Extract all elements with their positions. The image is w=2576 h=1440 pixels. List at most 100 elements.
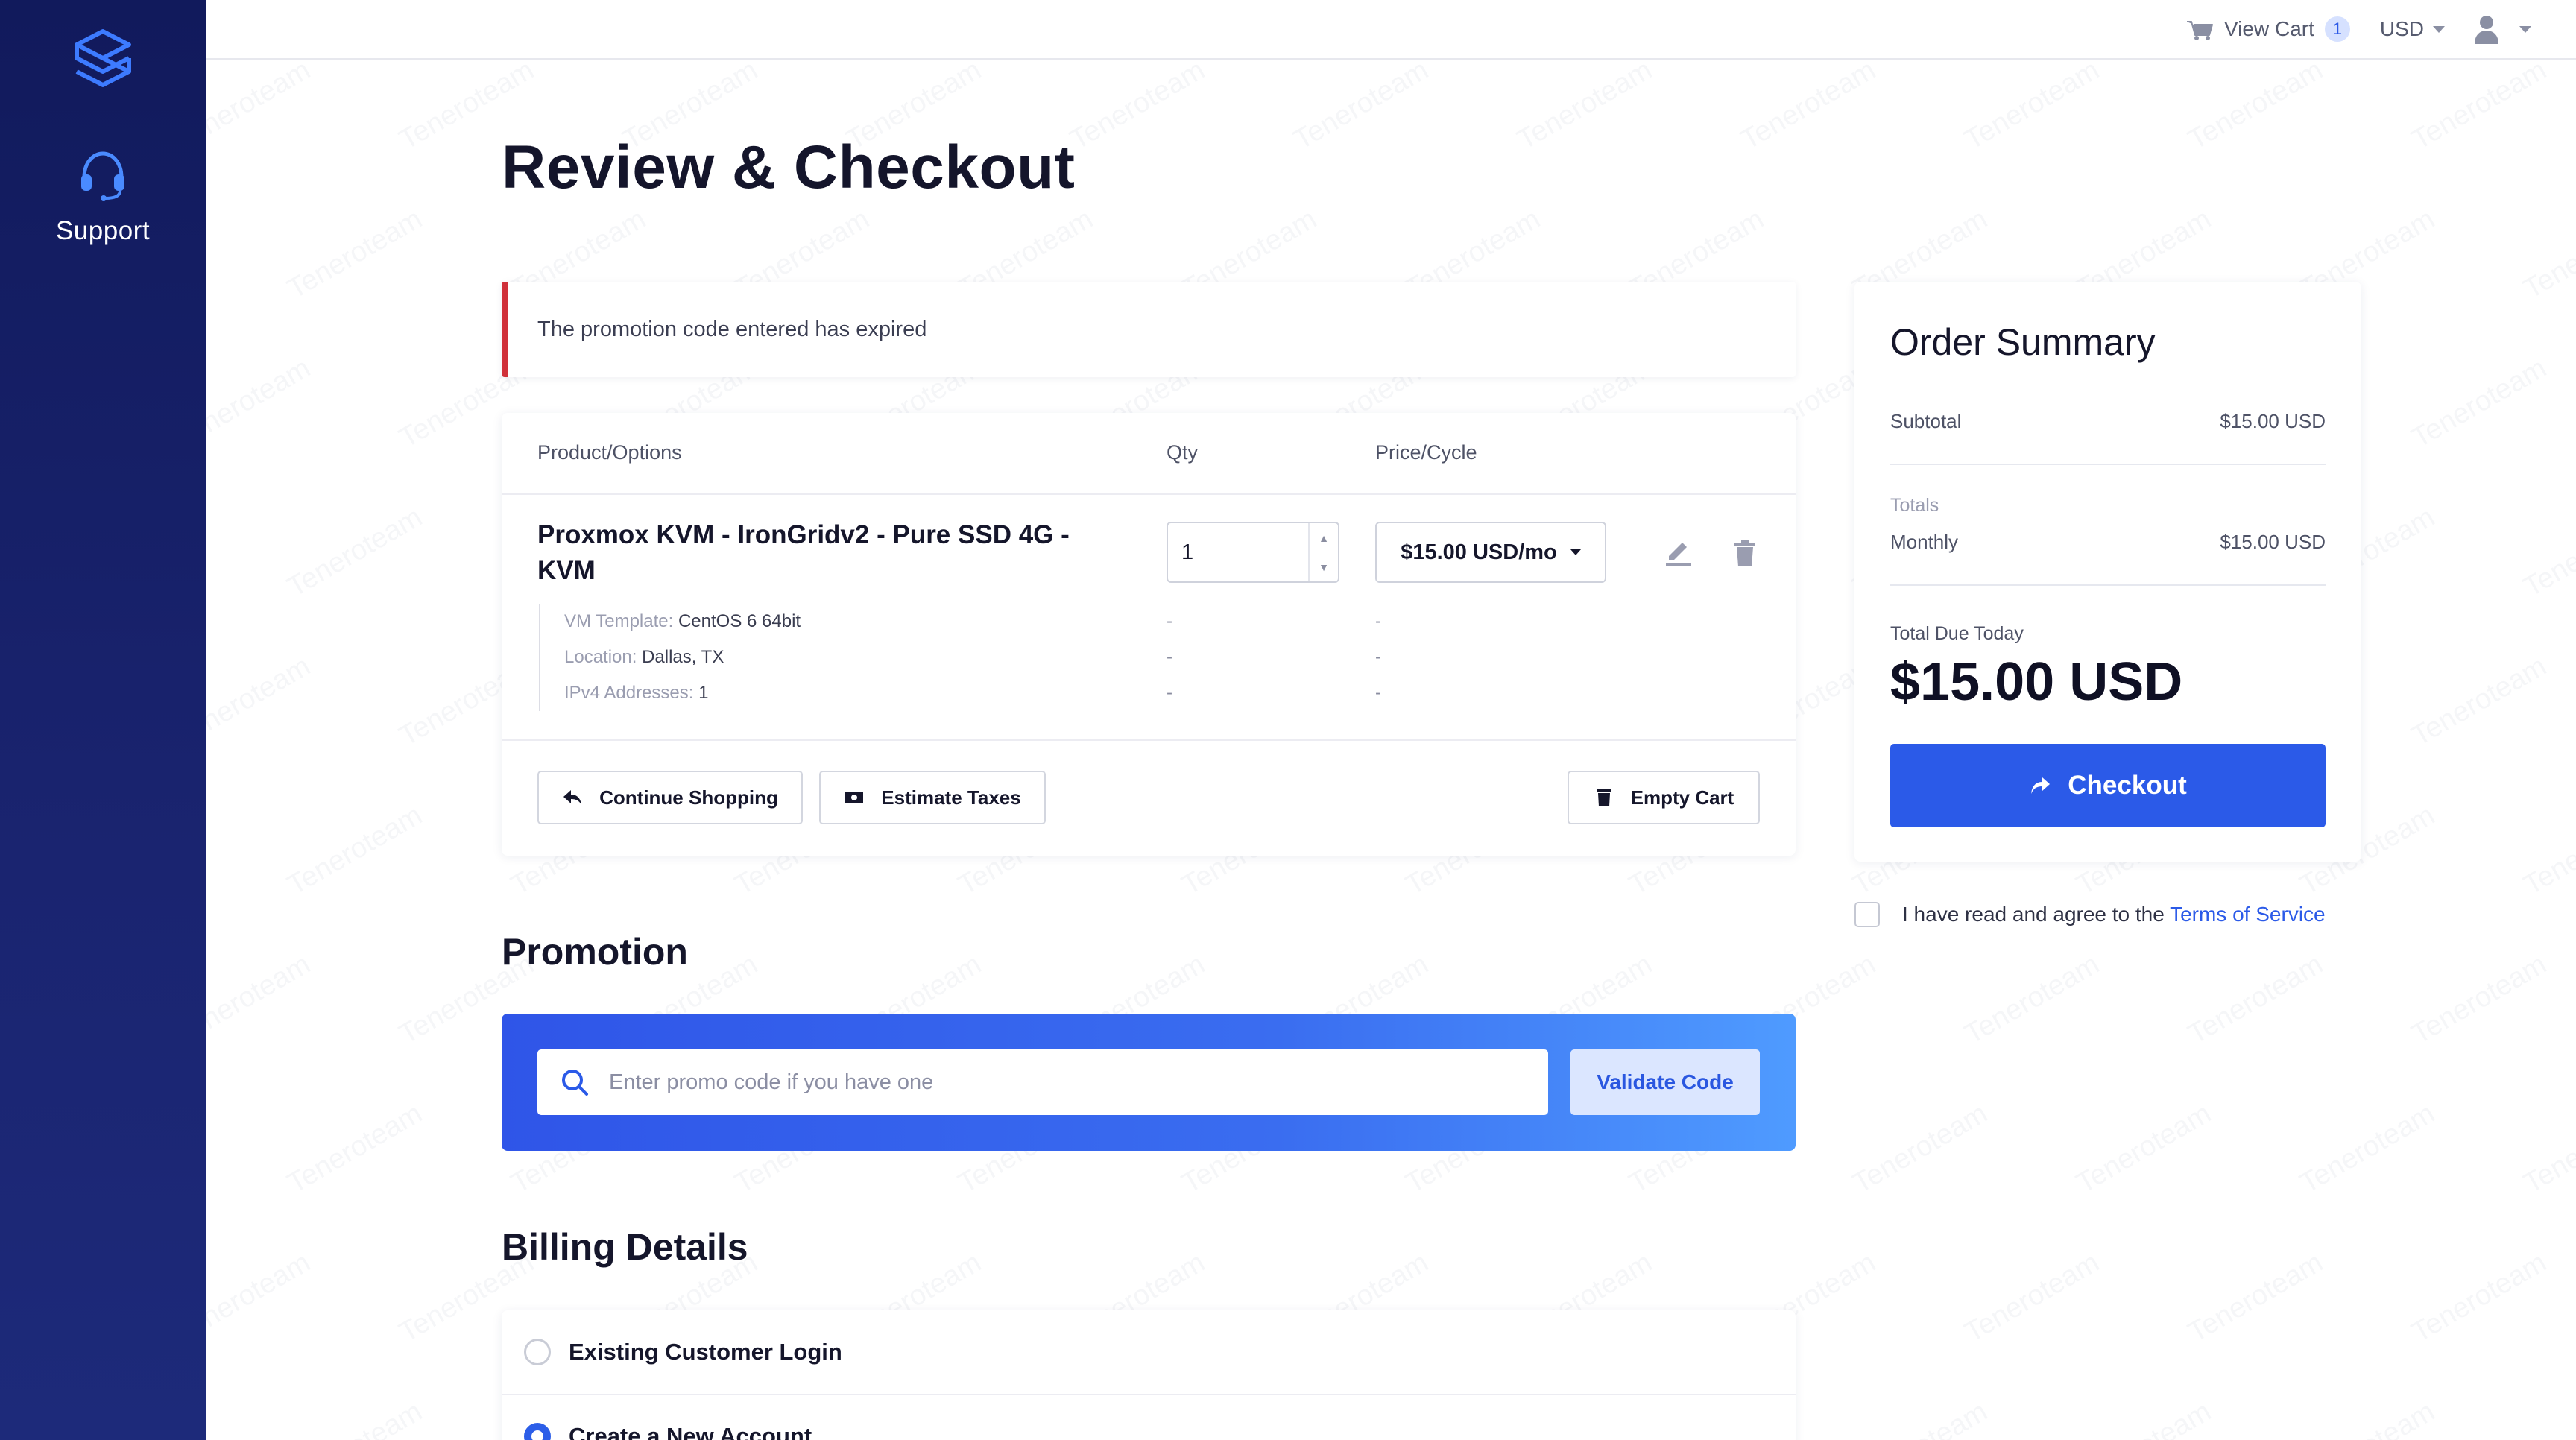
edit-icon[interactable]: [1663, 538, 1693, 568]
terms-agreement: I have read and agree to the Terms of Se…: [1854, 902, 2326, 927]
watermark-text: Teneroteam: [282, 501, 428, 604]
headset-icon: [81, 151, 124, 201]
order-summary: Order Summary Subtotal $15.00 USD Totals…: [1854, 282, 2361, 862]
quantity-stepper[interactable]: 1 ▲ ▼: [1167, 522, 1339, 583]
watermark-text: Teneroteam: [1288, 60, 1434, 157]
watermark-text: Teneroteam: [282, 1097, 428, 1200]
billing-details-title: Billing Details: [502, 1226, 748, 1268]
estimate-taxes-button[interactable]: Estimate Taxes: [819, 771, 1046, 824]
watermark-text: Teneroteam: [282, 203, 428, 306]
total-due-label: Total Due Today: [1890, 623, 2024, 644]
promo-code-input[interactable]: [609, 1070, 1503, 1095]
reply-arrow-icon: [564, 790, 582, 805]
watermark-text: Teneroteam: [2406, 60, 2552, 157]
radio-button-selected[interactable]: [524, 1423, 551, 1440]
chevron-down-icon: [1570, 549, 1581, 555]
column-header-qty: Qty: [1167, 441, 1199, 464]
watermark-text: Teneroteam: [2182, 948, 2329, 1051]
watermark-text: Teneroteam: [2071, 1097, 2217, 1200]
user-menu[interactable]: [2473, 14, 2531, 44]
continue-shopping-button[interactable]: Continue Shopping: [537, 771, 803, 824]
watermark-text: Teneroteam: [206, 352, 316, 455]
watermark-text: Teneroteam: [2518, 1097, 2576, 1200]
column-header-product: Product/Options: [537, 441, 682, 464]
watermark-text: Teneroteam: [1848, 1396, 1993, 1440]
watermark-text: Teneroteam: [282, 799, 428, 902]
watermark-text: Teneroteam: [2182, 1246, 2329, 1349]
terms-checkbox[interactable]: [1854, 902, 1880, 927]
trash-icon[interactable]: [1730, 538, 1760, 568]
quantity-value: 1: [1181, 540, 1194, 564]
cart-table: Product/Options Qty Price/Cycle Proxmox …: [502, 413, 1796, 856]
product-options: VM Template: CentOS 6 64bit Location: Da…: [539, 604, 801, 711]
option-row: IPv4 Addresses: 1: [564, 683, 709, 703]
error-alert: The promotion code entered has expired: [502, 282, 1796, 377]
watermark-text: Teneroteam: [2182, 60, 2329, 157]
watermark-text: Teneroteam: [206, 948, 316, 1051]
watermark-text: Teneroteam: [1064, 60, 1210, 157]
view-cart-label: View Cart: [2224, 17, 2314, 40]
existing-customer-login-option[interactable]: Existing Customer Login: [502, 1310, 1796, 1394]
page-title: Review & Checkout: [502, 133, 1076, 201]
create-new-account-option[interactable]: Create a New Account: [502, 1394, 1796, 1440]
radio-button[interactable]: [524, 1339, 551, 1365]
validate-code-button[interactable]: Validate Code: [1570, 1049, 1760, 1115]
column-header-price: Price/Cycle: [1375, 441, 1477, 464]
cart-icon: [2187, 21, 2214, 40]
billing-cycle-value: $15.00 USD/mo: [1401, 540, 1557, 564]
total-due-amount: $15.00 USD: [1890, 652, 2183, 712]
watermark-text: Teneroteam: [1959, 948, 2105, 1051]
billing-cycle-select[interactable]: $15.00 USD/mo: [1375, 522, 1606, 583]
divider: [1890, 584, 2326, 586]
watermark-text: Teneroteam: [1959, 1246, 2105, 1349]
topbar: View Cart 1 USD: [206, 0, 2576, 60]
chevron-down-icon[interactable]: ▼: [1319, 561, 1329, 573]
watermark-text: Teneroteam: [282, 1396, 428, 1440]
empty-cart-button[interactable]: Empty Cart: [1568, 771, 1760, 824]
divider: [1890, 464, 2326, 465]
sidebar-item-label: Support: [55, 216, 151, 245]
logo-icon[interactable]: [69, 25, 136, 92]
alert-message: The promotion code entered has expired: [537, 317, 927, 341]
watermark-text: Teneroteam: [2071, 1396, 2217, 1440]
sidebar: Support: [0, 0, 206, 1440]
sidebar-item-support[interactable]: Support: [56, 148, 150, 246]
watermark-text: Teneroteam: [2406, 352, 2552, 455]
watermark-text: Teneroteam: [2518, 501, 2576, 604]
promotion-box: Validate Code: [502, 1014, 1796, 1151]
option-row: Location: Dallas, TX: [564, 647, 724, 667]
option-qty-column: - - -: [1167, 611, 1172, 703]
watermark-text: Teneroteam: [2406, 650, 2552, 753]
quantity-spinner[interactable]: ▲ ▼: [1308, 523, 1338, 581]
watermark-text: Teneroteam: [2518, 203, 2576, 306]
view-cart-link[interactable]: View Cart 1: [2185, 16, 2350, 42]
trash-icon: [1596, 789, 1611, 806]
option-row: VM Template: CentOS 6 64bit: [564, 611, 801, 631]
checkout-button[interactable]: Checkout: [1890, 744, 2326, 827]
option-price-column: - - -: [1375, 611, 1381, 703]
watermark-text: Teneroteam: [206, 650, 316, 753]
watermark-text: Teneroteam: [206, 60, 316, 157]
user-icon: [2475, 16, 2498, 44]
share-arrow-icon: [2031, 777, 2051, 794]
cart-actions: Continue Shopping Estimate Taxes Empty C…: [502, 741, 1796, 854]
watermark-text: Teneroteam: [2406, 1246, 2552, 1349]
watermark-text: Teneroteam: [206, 1246, 316, 1349]
currency-dropdown[interactable]: USD: [2380, 17, 2445, 41]
subtotal-row: Subtotal $15.00 USD: [1890, 410, 2326, 432]
monthly-row: Monthly $15.00 USD: [1890, 531, 2326, 553]
totals-label: Totals: [1890, 495, 1939, 516]
watermark-text: Teneroteam: [1512, 60, 1658, 157]
promo-code-field[interactable]: [537, 1049, 1548, 1115]
currency-label: USD: [2379, 17, 2424, 40]
terms-text: I have read and agree to the Terms of Se…: [1902, 903, 2326, 926]
product-name: Proxmox KVM - IronGridv2 - Pure SSD 4G -…: [537, 520, 1070, 585]
promotion-title: Promotion: [502, 931, 688, 973]
chevron-up-icon[interactable]: ▲: [1319, 532, 1329, 544]
watermark-text: Teneroteam: [1959, 60, 2105, 157]
order-summary-title: Order Summary: [1890, 321, 2156, 363]
terms-of-service-link[interactable]: Terms of Service: [2170, 903, 2326, 926]
cart-table-header: Product/Options Qty Price/Cycle: [502, 413, 1796, 495]
cart-item-row: Proxmox KVM - IronGridv2 - Pure SSD 4G -…: [502, 495, 1796, 741]
watermark-text: Teneroteam: [1847, 1097, 1993, 1200]
